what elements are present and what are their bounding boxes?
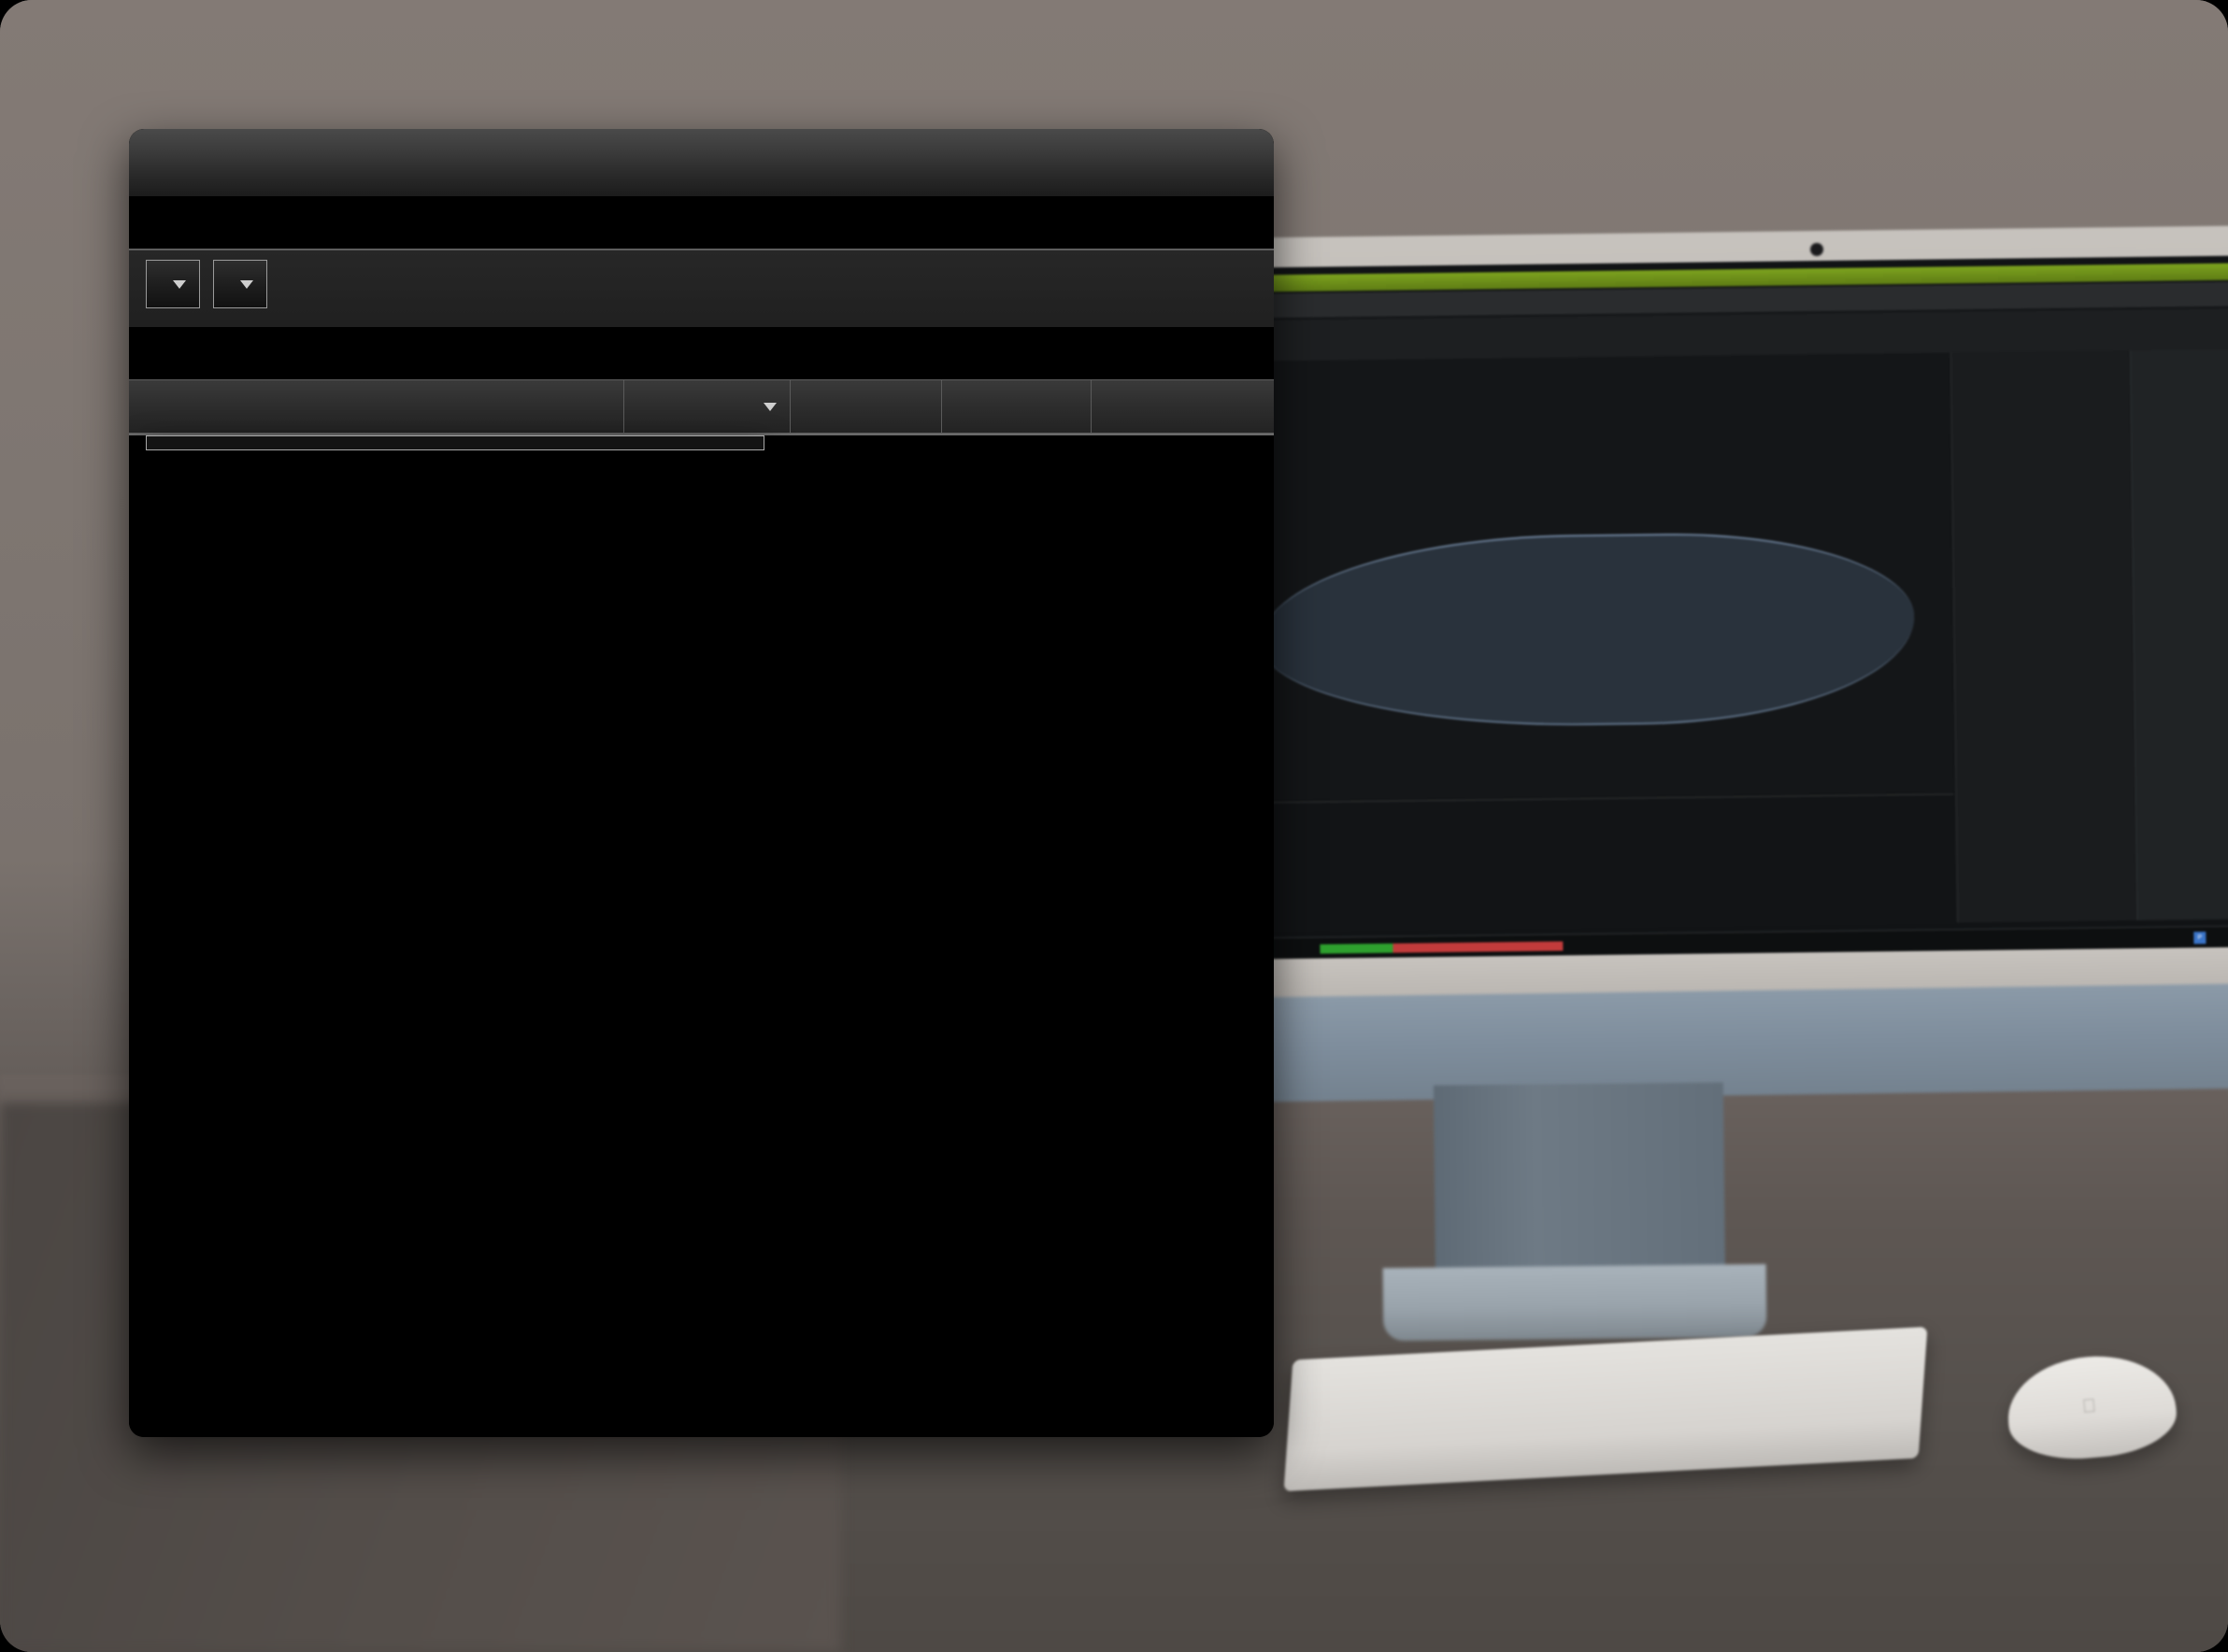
apple-logo-icon: : [2081, 1395, 2100, 1417]
column-header-ask[interactable]: [942, 380, 1092, 433]
imac-stand-foot: [1382, 1263, 1767, 1342]
table-header-row: [129, 379, 1274, 434]
column-header-extra[interactable]: [1092, 380, 1274, 433]
chevron-down-icon: [240, 279, 253, 289]
imac-screen: P: [1255, 255, 2228, 960]
imac-stand-neck: [1433, 1082, 1726, 1287]
tools-icon: P: [2193, 932, 2207, 945]
column-header-bid[interactable]: [791, 380, 942, 433]
column-header-pct-chg[interactable]: [624, 380, 791, 433]
filter-dropdown-list[interactable]: [146, 435, 764, 450]
caret-down-icon: [764, 402, 777, 411]
results-table: [129, 379, 1274, 1437]
tab-bar: [129, 197, 1274, 249]
volume-pane: [1262, 793, 1956, 933]
alerts-panel: [2129, 349, 2228, 920]
filter-control-bar: [129, 249, 1274, 327]
imac-camera: [1810, 243, 1823, 256]
filters-panel: [129, 129, 1274, 1437]
screenshot-root: P : [0, 0, 2228, 1652]
imac-chin-lower: [1251, 983, 2228, 1103]
chart-pane: [1256, 352, 1954, 801]
column-header-symbol[interactable]: [129, 380, 624, 433]
order-entry-panel: [1950, 350, 2136, 923]
panel-titlebar: [129, 129, 1274, 197]
bollinger-band-overlay: [1259, 530, 1916, 730]
primary-filter-select[interactable]: [146, 260, 200, 308]
price-axis: [1911, 352, 1956, 791]
chevron-down-icon: [173, 279, 186, 289]
secondary-filter-select[interactable]: [213, 260, 267, 308]
